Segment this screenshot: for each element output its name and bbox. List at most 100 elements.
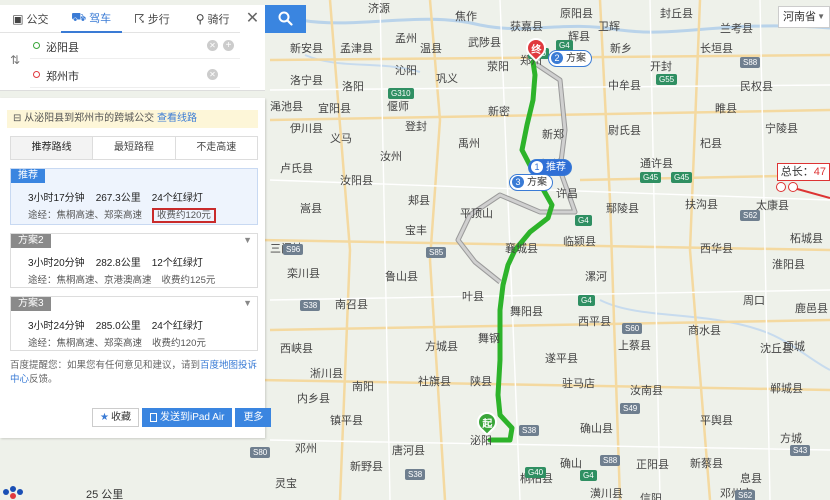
map-city-label: 伊川县 — [290, 123, 323, 135]
route-tag-plan-2[interactable]: 2 方案 — [548, 50, 592, 67]
tab-no-highway[interactable]: 不走高速 — [175, 137, 257, 159]
map-city-label: 郸城县 — [770, 383, 803, 395]
map-city-label: 新密 — [488, 106, 510, 118]
map-city-label: 灵宝 — [275, 478, 297, 490]
waypoint-icon[interactable] — [788, 182, 798, 192]
origin-field[interactable]: 泌阳县 ✕ + — [30, 33, 240, 59]
map-highway-shield: S85 — [426, 247, 447, 258]
map-highway-shield: S88 — [740, 57, 761, 68]
favorite-button[interactable]: ★ 收藏 — [92, 408, 139, 427]
plan-time: 3小时24分钟 — [28, 321, 85, 332]
map-city-label: 内乡县 — [297, 393, 330, 405]
clear-icon[interactable]: ✕ — [207, 69, 218, 80]
origin-value: 泌阳县 — [46, 42, 79, 54]
province-selector[interactable]: 河南省 ▼ — [778, 6, 830, 28]
map-city-label: 新野县 — [350, 461, 383, 473]
route-number: 3 — [512, 176, 524, 188]
map-city-label: 平顶山 — [460, 208, 493, 220]
feedback-suffix: 反馈。 — [29, 374, 58, 385]
map-city-label: 鄢陵县 — [606, 203, 639, 215]
map-city-label: 卫辉 — [598, 21, 620, 33]
search-button[interactable] — [265, 5, 306, 33]
map-city-label: 潢川县 — [590, 488, 623, 500]
tab-car[interactable]: ⛟ 驾车 — [60, 5, 122, 33]
map-city-label: 驻马店 — [562, 378, 595, 390]
map-city-label: 方城 — [780, 433, 802, 445]
clear-icon[interactable]: ✕ — [207, 40, 218, 51]
map-highway-shield: S38 — [405, 469, 426, 480]
close-button[interactable]: ✕ — [240, 5, 265, 33]
map-city-label: 洛阳 — [342, 81, 364, 93]
start-pin-label: 起 — [482, 418, 493, 430]
map-city-label: 尉氏县 — [608, 125, 641, 137]
destination-field[interactable]: 郑州市 ✕ — [30, 62, 240, 88]
map-city-label: 息县 — [740, 473, 762, 485]
map-city-label: 汝南县 — [630, 385, 663, 397]
add-waypoint-icon[interactable]: + — [223, 40, 234, 51]
map-city-label: 登封 — [405, 121, 427, 133]
plan-toll: 收费约120元 — [152, 338, 206, 349]
map-city-label: 长垣县 — [700, 43, 733, 55]
map-highway-shield: S88 — [600, 455, 621, 466]
transit-hint-link[interactable]: 查看线路 — [157, 113, 197, 124]
route-tag-plan-3[interactable]: 3 方案 — [509, 174, 553, 191]
panel-actions: ★ 收藏 发送到iPad Air 更多 — [92, 408, 274, 427]
tab-recommended[interactable]: 推荐路线 — [11, 137, 94, 159]
map-city-label: 宁陵县 — [765, 123, 798, 135]
map-highway-shield: G55 — [656, 74, 678, 85]
map-city-label: 西华县 — [700, 243, 733, 255]
route-number: 2 — [551, 52, 563, 64]
map-city-label: 兰考县 — [720, 23, 753, 35]
plan-toll: 收费约120元 — [152, 208, 216, 223]
tab-bus[interactable]: ▣ 公交 — [0, 5, 61, 33]
walk-icon: ☈ — [133, 11, 145, 26]
swap-icon[interactable]: ⇅ — [10, 53, 20, 67]
map-city-label: 栾川县 — [287, 268, 320, 280]
total-value: 47 — [813, 166, 826, 178]
map-city-label: 确山 — [560, 458, 582, 470]
feedback-note: 百度提醒您：如果您有任何意见和建议，请到百度地图投诉中心反馈。 — [10, 359, 260, 387]
route-tag-label: 方案 — [566, 53, 586, 64]
end-pin-label: 终 — [531, 44, 542, 56]
map-city-label: 洛宁县 — [290, 75, 323, 87]
waypoint-icon[interactable] — [776, 182, 786, 192]
car-icon: ⛟ — [71, 10, 87, 24]
map-city-label: 宝丰 — [405, 225, 427, 237]
map-city-label: 方城县 — [425, 341, 458, 353]
province-label: 河南省 — [783, 11, 816, 23]
send-to-device-button[interactable]: 发送到iPad Air — [141, 408, 233, 427]
close-icon: ✕ — [245, 10, 260, 27]
map-city-label: 镇平县 — [330, 415, 363, 427]
route-plan-3[interactable]: 方案3 ▼ 3小时24分钟 285.0公里 24个红绿灯 途经：焦桐高速、郑栾高速 收费… — [10, 296, 258, 351]
plan-lights: 24个红绿灯 — [151, 193, 203, 204]
map-highway-shield: S60 — [622, 323, 643, 334]
map-city-label: 封丘县 — [660, 8, 693, 20]
plan-summary: 3小时24分钟 285.0公里 24个红绿灯 — [28, 317, 214, 332]
map-city-label: 西峡县 — [280, 343, 313, 355]
tab-bus-label: 公交 — [26, 13, 49, 26]
map-city-label: 禹州 — [458, 138, 480, 150]
tab-shortest[interactable]: 最短路程 — [93, 137, 176, 159]
plan-lights: 12个红绿灯 — [151, 258, 203, 269]
map-city-label: 舞阳县 — [510, 306, 543, 318]
plan-label: 方案2 — [11, 234, 51, 248]
map-city-label: 鲁山县 — [385, 271, 418, 283]
more-button[interactable]: 更多 — [235, 408, 272, 427]
chevron-down-icon: ▼ — [243, 235, 252, 245]
plan-details: 途经：焦桐高速、郑栾高速 收费约120元 — [28, 207, 216, 223]
map-city-label: 宜阳县 — [318, 103, 351, 115]
map-city-label: 卢氏县 — [280, 163, 313, 175]
map-city-label: 偃师 — [387, 101, 409, 113]
route-plan-1[interactable]: 推荐 3小时17分钟 267.3公里 24个红绿灯 途经：焦桐高速、郑栾高速 收费约1… — [10, 168, 258, 225]
map-city-label: 襄城县 — [505, 243, 538, 255]
map-city-label: 新乡 — [610, 43, 632, 55]
tab-walk[interactable]: ☈ 步行 — [121, 5, 183, 33]
map-city-label: 淅川县 — [310, 368, 343, 380]
route-preference-tabs: 推荐路线 最短路程 不走高速 — [10, 136, 258, 160]
map-city-label: 柘城县 — [790, 233, 823, 245]
route-plan-2[interactable]: 方案2 ▼ 3小时20分钟 282.8公里 12个红绿灯 途经：焦桐高速、京港澳高速收… — [10, 233, 258, 288]
plan-distance: 267.3公里 — [95, 193, 141, 204]
plan-toll: 收费约125元 — [161, 275, 216, 286]
destination-value: 郑州市 — [46, 71, 79, 83]
map-highway-shield: G310 — [388, 88, 414, 99]
